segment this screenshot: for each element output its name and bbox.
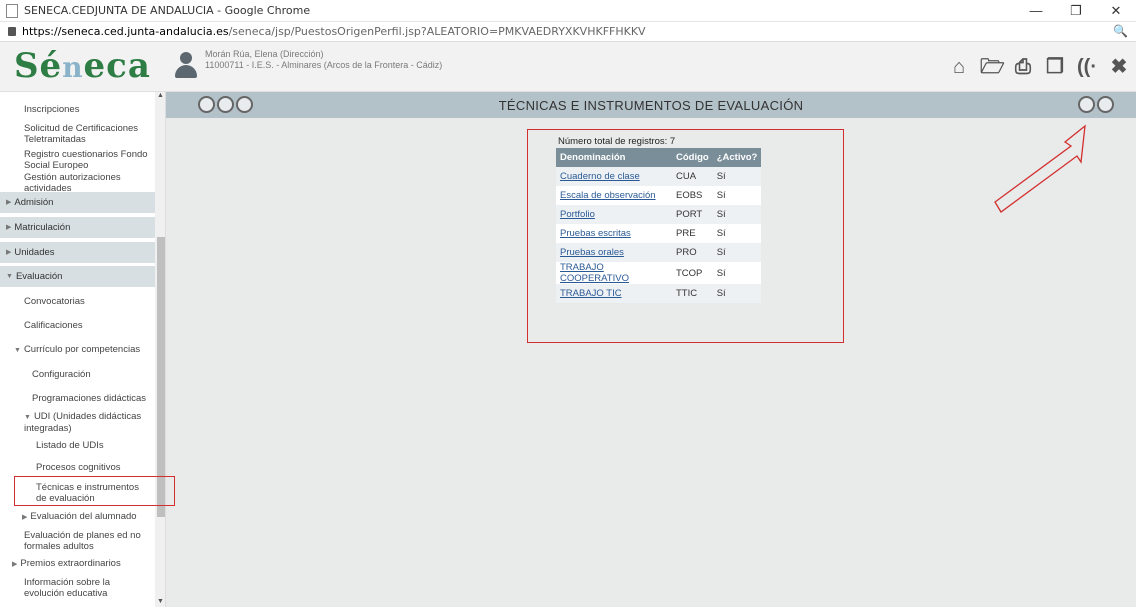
url-text[interactable]: https://seneca.ced.junta-andalucia.es/se…	[22, 25, 646, 38]
sidebar-item[interactable]: Procesos cognitivos	[36, 462, 165, 473]
user-info: Morán Rúa, Elena (Dirección) 11000711 - …	[205, 49, 442, 71]
sidebar-item[interactable]: Solicitud de Certificaciones Teletramita…	[24, 123, 152, 145]
app-header: Séneca Morán Rúa, Elena (Dirección) 1100…	[0, 42, 1136, 92]
seneca-logo[interactable]: Séneca	[14, 46, 151, 86]
chevron-down-icon: ▼	[6, 273, 13, 280]
sidebar-menu: Inscripciones Solicitud de Certificacion…	[0, 92, 166, 607]
sidebar-scroll-thumb[interactable]	[157, 237, 165, 517]
chevron-right-icon: ▶	[6, 249, 12, 256]
back-icon[interactable]	[1097, 96, 1114, 113]
lock-icon	[8, 27, 16, 36]
chevron-down-icon: ▼	[24, 414, 31, 421]
user-avatar-icon	[175, 52, 197, 78]
sidebar-item[interactable]: Calificaciones	[24, 320, 165, 331]
chevron-right-icon: ▶	[6, 199, 12, 206]
page-icon	[6, 3, 18, 18]
zoom-icon[interactable]: 🔍	[1113, 24, 1128, 38]
sidebar-item[interactable]: Registro cuestionarios Fondo Social Euro…	[24, 149, 152, 171]
folder-icon[interactable]: 🗁	[980, 56, 1005, 78]
chevron-right-icon: ▶	[22, 514, 28, 521]
table-highlight-box	[527, 129, 844, 343]
sidebar-item[interactable]: Información sobre la evolución educativa	[24, 577, 152, 599]
sidebar-item[interactable]: Evaluación de planes ed no formales adul…	[24, 530, 149, 552]
sidebar-item[interactable]: ▼ Currículo por competencias	[14, 344, 165, 356]
annotation-arrow-icon	[994, 124, 1086, 213]
user-name: Morán Rúa, Elena (Dirección)	[205, 49, 324, 59]
print-icon[interactable]: ⎙	[1012, 56, 1034, 78]
sidebar-highlight-box	[14, 476, 175, 506]
sidebar-item[interactable]: ▼ UDI (Unidades didácticas integradas)	[24, 411, 144, 434]
sidebar-item[interactable]: Listado de UDIs	[36, 440, 165, 451]
sidebar-item[interactable]: ▶ Evaluación del alumnado	[22, 511, 165, 523]
sidebar-item[interactable]: Programaciones didácticas	[32, 393, 165, 404]
scroll-down-icon[interactable]: ▼	[157, 598, 164, 605]
page-title: TÉCNICAS E INSTRUMENTOS DE EVALUACIÓN	[498, 98, 804, 113]
window-title: SENECA.CEDJUNTA DE ANDALUCIA - Google Ch…	[24, 4, 311, 17]
scroll-up-icon[interactable]: ▲	[157, 92, 164, 99]
sidebar-item-admision[interactable]: ▶ Admisión	[0, 192, 155, 213]
sidebar-item[interactable]: Convocatorias	[24, 296, 165, 307]
sidebar-item-matriculacion[interactable]: ▶ Matriculación	[0, 217, 155, 238]
sidebar-item[interactable]: Configuración	[32, 369, 165, 380]
signal-icon[interactable]: ((·	[1076, 56, 1098, 78]
header-actions: ⌂ 🗁 ⎙ ❐ ((· ✖	[948, 56, 1130, 78]
user-center: 11000711 - I.E.S. - Alminares (Arcos de …	[205, 60, 443, 70]
toolbar-right-actions	[1078, 96, 1114, 113]
page-toolbar: TÉCNICAS E INSTRUMENTOS DE EVALUACIÓN	[166, 92, 1136, 118]
new-document-icon[interactable]	[1078, 96, 1095, 113]
home-icon[interactable]: ⌂	[948, 56, 970, 78]
chevron-right-icon: ▶	[12, 561, 18, 568]
browser-title-bar: SENECA.CEDJUNTA DE ANDALUCIA - Google Ch…	[0, 0, 1136, 22]
sidebar-item-evaluacion[interactable]: ▼ Evaluación	[0, 266, 155, 287]
minimize-button[interactable]: —	[1016, 0, 1056, 22]
sidebar-item[interactable]: Inscripciones	[24, 104, 165, 115]
address-bar[interactable]: https://seneca.ced.junta-andalucia.es/se…	[0, 22, 1136, 42]
window-controls: — ❐ ✕	[1016, 0, 1136, 22]
chevron-right-icon: ▶	[6, 224, 12, 231]
close-window-button[interactable]: ✕	[1096, 0, 1136, 22]
chevron-down-icon: ▼	[14, 347, 21, 354]
copy-icon[interactable]: ❐	[1044, 56, 1066, 78]
close-session-icon[interactable]: ✖	[1108, 56, 1130, 78]
sidebar-item[interactable]: ▶ Premios extraordinarios	[12, 558, 165, 570]
sidebar-item[interactable]: Gestión autorizaciones actividades	[24, 172, 152, 194]
sidebar-item-unidades[interactable]: ▶ Unidades	[0, 242, 155, 263]
maximize-button[interactable]: ❐	[1056, 0, 1096, 22]
